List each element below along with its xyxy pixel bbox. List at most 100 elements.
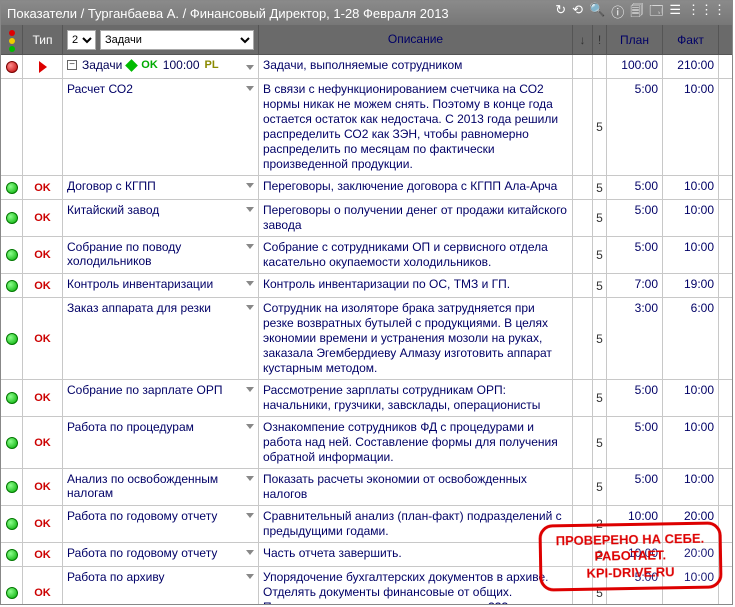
table-row[interactable]: OKСобрание по поводу холодильниковСобран… bbox=[1, 237, 732, 274]
table-row[interactable]: OKКонтроль инвентаризацииКонтроль инвент… bbox=[1, 274, 732, 298]
row-fact: 6:00 bbox=[663, 298, 719, 379]
row-name: Контроль инвентаризации bbox=[67, 277, 246, 291]
header-sort[interactable]: ↓ bbox=[573, 25, 593, 54]
dropdown-icon[interactable] bbox=[246, 387, 254, 392]
row-plan: 10:00 bbox=[607, 543, 663, 566]
category-select[interactable]: Задачи bbox=[100, 30, 254, 50]
row-priority: 5 bbox=[593, 274, 607, 297]
dropdown-icon[interactable] bbox=[246, 574, 254, 579]
row-priority: 5 bbox=[593, 417, 607, 468]
header-name: 2 Задачи bbox=[63, 25, 259, 54]
table-row[interactable]: OK Работа по годовому отчету Сравнительный… bbox=[1, 506, 732, 543]
table-row[interactable]: OKЗаказ аппарата для резкиСотрудник на и… bbox=[1, 298, 732, 380]
dropdown-icon[interactable] bbox=[246, 244, 254, 249]
ok-badge: OK bbox=[34, 587, 51, 599]
dropdown-icon[interactable] bbox=[246, 65, 254, 70]
header-fact[interactable]: Факт bbox=[663, 25, 719, 54]
row-desc: Ознакомпение сотрудников ФД с процедурам… bbox=[259, 417, 573, 468]
row-name: Собрание по зарплате ОРП bbox=[67, 383, 246, 397]
undo-icon[interactable]: ⟲ bbox=[572, 2, 583, 24]
row-fact: 10:00 bbox=[663, 417, 719, 468]
header-type[interactable]: Тип bbox=[23, 25, 63, 54]
header-plan[interactable]: План bbox=[607, 25, 663, 54]
row-plan: 5:00 bbox=[607, 79, 663, 175]
level-select[interactable]: 2 bbox=[67, 30, 96, 50]
status-dot bbox=[6, 518, 18, 530]
row-desc: Собрание с сотрудниками ОП и сервисного … bbox=[259, 237, 573, 273]
row-desc: Сравнительный анализ (план-факт) подразд… bbox=[259, 506, 573, 542]
row-desc: Упорядочение бухгалтерских документов в … bbox=[259, 567, 573, 604]
status-dot bbox=[6, 182, 18, 194]
row-name: Собрание по поводу холодильников bbox=[67, 240, 246, 268]
header-desc[interactable]: Описание bbox=[259, 25, 573, 54]
ok-badge: OK bbox=[34, 549, 51, 561]
row-desc: Переговоры о получении денег от продажи … bbox=[259, 200, 573, 236]
row-desc: Часть отчета завершить. bbox=[259, 543, 573, 566]
ok-badge: OK bbox=[34, 182, 51, 194]
row-plan: 3:00 bbox=[607, 298, 663, 379]
row-desc: Контроль инвентаризации по ОС, ТМЗ и ГП. bbox=[259, 274, 573, 297]
table-row[interactable]: OKРабота по процедурамОзнакомпение сотру… bbox=[1, 417, 732, 469]
status-dot-red bbox=[6, 61, 18, 73]
ok-badge: OK bbox=[34, 212, 51, 224]
status-dot bbox=[6, 549, 18, 561]
table-row[interactable]: OKДоговор с КГПППереговоры, заключение д… bbox=[1, 176, 732, 200]
summary-fact: 210:00 bbox=[663, 55, 719, 78]
table-header: Тип 2 Задачи Описание ↓ ! План Факт bbox=[1, 25, 732, 55]
traffic-icon[interactable] bbox=[9, 28, 15, 52]
window-title: Показатели / Турганбаева А. / Финансовый… bbox=[7, 6, 555, 21]
copy-icon[interactable]: 🗐 bbox=[630, 2, 643, 24]
row-plan: 5:00 bbox=[607, 176, 663, 199]
status-dot bbox=[6, 481, 18, 493]
search-icon[interactable]: 🔍 bbox=[589, 2, 605, 24]
table-row[interactable]: Расчет СО2В связи с нефункционированием … bbox=[1, 79, 732, 176]
table-row[interactable]: OKСобрание по зарплате ОРПРассмотрение з… bbox=[1, 380, 732, 417]
titlebar: Показатели / Турганбаева А. / Финансовый… bbox=[1, 1, 732, 25]
dropdown-icon[interactable] bbox=[246, 207, 254, 212]
row-priority: 5 bbox=[593, 79, 607, 175]
row-fact: 10:00 bbox=[663, 237, 719, 273]
dropdown-icon[interactable] bbox=[246, 305, 254, 310]
row-fact: 19:00 bbox=[663, 274, 719, 297]
table-row[interactable]: OKРабота по архивуУпорядочение бухгалтер… bbox=[1, 567, 732, 604]
summary-plan: 100:00 bbox=[607, 55, 663, 78]
dropdown-icon[interactable] bbox=[246, 86, 254, 91]
table-row[interactable]: OKРабота по годовому отчетуЧасть отчета … bbox=[1, 543, 732, 567]
table-row[interactable]: OKАнализ по освобожденным налогамПоказат… bbox=[1, 469, 732, 506]
row-fact: 10:00 bbox=[663, 567, 719, 604]
menu-icon[interactable]: ☰ bbox=[669, 2, 681, 24]
dropdown-icon[interactable] bbox=[246, 550, 254, 555]
row-priority: 5 bbox=[593, 567, 607, 604]
header-priority[interactable]: ! bbox=[593, 25, 607, 54]
dropdown-icon[interactable] bbox=[246, 513, 254, 518]
ok-badge: OK bbox=[34, 518, 51, 530]
row-priority: 5 bbox=[593, 469, 607, 505]
summary-row[interactable]: − Задачи OK 100:00 PL Задачи, выполняемы… bbox=[1, 55, 732, 79]
pl-label: PL bbox=[205, 59, 219, 71]
row-desc: Переговоры, заключение договора с КГПП А… bbox=[259, 176, 573, 199]
row-fact: 20:00 bbox=[663, 543, 719, 566]
row-fact: 10:00 bbox=[663, 200, 719, 236]
ok-badge: OK bbox=[34, 437, 51, 449]
row-plan: 10:00 bbox=[607, 506, 663, 542]
row-name: Китайский завод bbox=[67, 203, 246, 217]
weight-label: 100:00 bbox=[163, 58, 200, 72]
info-icon[interactable]: ⓘ bbox=[611, 2, 624, 24]
status-dot bbox=[6, 333, 18, 345]
collapse-icon[interactable]: − bbox=[67, 60, 77, 70]
row-priority: 5 bbox=[593, 176, 607, 199]
dots-icon[interactable]: ⋮⋮⋮ bbox=[687, 2, 726, 24]
table-row[interactable]: OK Китайский завод Переговоры о получении … bbox=[1, 200, 732, 237]
row-priority: 5 bbox=[593, 237, 607, 273]
dropdown-icon[interactable] bbox=[246, 424, 254, 429]
dropdown-icon[interactable] bbox=[246, 281, 254, 286]
ok-badge: OK bbox=[34, 392, 51, 404]
row-name: Работа по годовому отчету bbox=[67, 509, 246, 523]
status-dot bbox=[6, 437, 18, 449]
row-desc: Сотрудник на изоляторе брака затрудняетс… bbox=[259, 298, 573, 379]
row-plan: 5:00 bbox=[607, 567, 663, 604]
refresh-icon[interactable]: ↻ bbox=[555, 2, 566, 24]
dropdown-icon[interactable] bbox=[246, 183, 254, 188]
window-icon[interactable]: 🗔 bbox=[649, 2, 663, 24]
dropdown-icon[interactable] bbox=[246, 476, 254, 481]
